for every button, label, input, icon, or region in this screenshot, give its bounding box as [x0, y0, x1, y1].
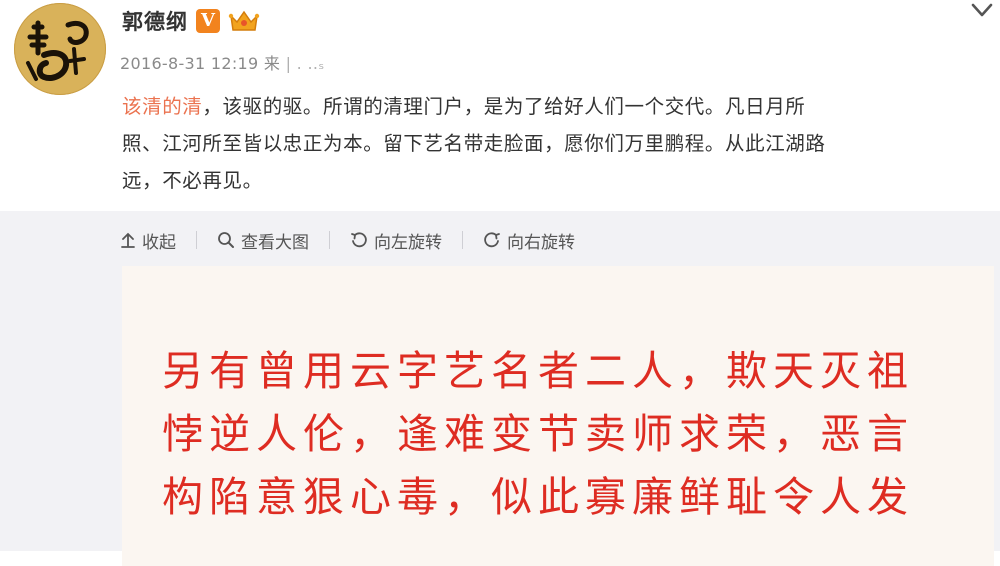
collapse-button[interactable]: 收起 [120, 228, 176, 253]
toolbar-divider [329, 231, 330, 249]
image-text-line-3: 构陷意狠心毒，似此寡廉鲜耻令人发 [162, 473, 914, 521]
post-source-prefix: 来 [263, 54, 281, 73]
rotate-left-label: 向左旋转 [374, 232, 442, 253]
view-large-label: 查看大图 [241, 232, 309, 253]
author-avatar[interactable] [14, 3, 106, 95]
verified-v-badge: V [196, 9, 220, 33]
post-hashtag-link[interactable]: 该清的清 [122, 95, 202, 118]
rotate-right-label: 向右旋转 [507, 232, 575, 253]
collapse-label: 收起 [142, 232, 176, 253]
media-toolbar: 收起 查看大图 向左旋转 向右旋转 [120, 228, 575, 253]
chevron-down-icon[interactable] [970, 0, 994, 22]
view-large-button[interactable]: 查看大图 [217, 228, 309, 253]
post-timestamp[interactable]: 2016-8-31 12:19 [120, 54, 259, 73]
toolbar-divider [462, 231, 463, 249]
post-source-obscured: | . ..ₛ [285, 54, 325, 73]
search-icon [218, 232, 234, 248]
post-meta: 2016-8-31 12:19 来 | . ..ₛ [120, 50, 324, 74]
post-text: 该清的清，该驱的驱。所谓的清理门户，是为了给好人们一个交代。凡日月所 照、江河所… [122, 88, 982, 199]
image-text: 另有曾用云字艺名者二人，欺天灭祖 悖逆人伦，逢难变节卖师求荣，恶言 构陷意狠心毒… [162, 340, 982, 529]
author-name[interactable]: 郭德纲 [122, 6, 188, 36]
rotate-right-button[interactable]: 向右旋转 [483, 228, 575, 253]
avatar-calligraphy-icon [26, 20, 89, 81]
post-text-line-2: 照、江河所至皆以忠正为本。留下艺名带走脸面，愿你们万里鹏程。从此江湖路 [122, 132, 826, 155]
rotate-left-button[interactable]: 向左旋转 [350, 228, 442, 253]
vip-crown-icon [228, 10, 260, 31]
image-text-line-2: 悖逆人伦，逢难变节卖师求荣，恶言 [162, 410, 914, 458]
post-text-line-3: 远，不必再见。 [122, 169, 263, 192]
rotate-left-icon [351, 232, 367, 248]
post-image[interactable]: 另有曾用云字艺名者二人，欺天灭祖 悖逆人伦，逢难变节卖师求荣，恶言 构陷意狠心毒… [122, 266, 994, 566]
rotate-right-icon [484, 232, 500, 248]
arrow-up-icon [121, 232, 135, 248]
toolbar-divider [196, 231, 197, 249]
post-text-line-1: ，该驱的驱。所谓的清理门户，是为了给好人们一个交代。凡日月所 [202, 95, 806, 118]
media-panel: 收起 查看大图 向左旋转 向右旋转 另有曾用云字艺名者二人，欺天灭祖 悖逆人伦，… [0, 211, 1000, 566]
author-row: 郭德纲 V [122, 6, 260, 36]
image-text-line-1: 另有曾用云字艺名者二人，欺天灭祖 [162, 347, 914, 395]
